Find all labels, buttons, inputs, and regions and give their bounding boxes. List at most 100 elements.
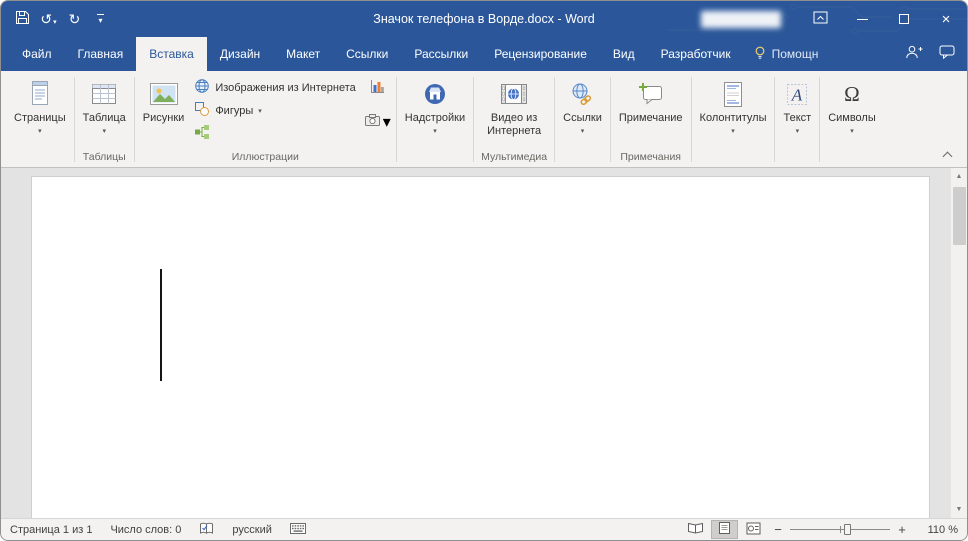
tab-developer[interactable]: Разработчик [648,37,744,71]
scroll-down-button[interactable]: ▼ [951,501,968,518]
word-count-label: Число слов: 0 [110,523,182,536]
keyboard-icon [289,522,306,537]
save-button[interactable] [11,6,34,32]
ribbon-group-tables: Таблица ▾ Таблицы [75,71,134,167]
zoom-out-button[interactable]: − [768,522,788,537]
links-button[interactable]: Ссылки ▾ [557,74,608,136]
print-layout-icon [718,521,731,538]
ribbon-group-header-footer: Колонтитулы ▾ [692,71,775,167]
ribbon-display-options-button[interactable] [799,1,841,37]
pages-dropdown-icon: ▾ [38,128,42,135]
tab-insert[interactable]: Вставка [136,37,207,71]
read-mode-button[interactable] [682,520,709,539]
symbols-dropdown-icon: ▾ [850,128,854,135]
tab-home[interactable]: Главная [65,37,137,71]
undo-button[interactable]: ↺ ▾ [37,6,60,32]
page-number-indicator[interactable]: Страница 1 из 1 [10,524,92,536]
page-info-label: Страница 1 из 1 [10,523,93,536]
addins-button[interactable]: Надстройки ▾ [399,74,471,136]
shapes-icon [194,101,210,120]
collapse-ribbon-button[interactable] [942,151,953,162]
minus-icon: − [774,522,782,537]
scroll-down-icon: ▼ [955,506,963,513]
print-layout-button[interactable] [711,520,738,539]
header-footer-button[interactable]: Колонтитулы ▾ [694,74,773,136]
minimize-icon [856,18,868,20]
zoom-level-label: 110 % [927,523,958,536]
tab-review[interactable]: Рецензирование [481,37,600,71]
links-label: Ссылки [563,112,602,124]
tab-layout[interactable]: Макет [273,37,333,71]
text-group-label [775,150,819,167]
zoom-slider[interactable] [790,522,890,537]
language-label: русский [232,523,272,536]
status-bar: Страница 1 из 1 Число слов: 0 русский − … [1,518,967,540]
zoom-slider-thumb[interactable] [844,524,851,535]
title-bar: ↺ ▾ ↻ ▾ Значок телефона в Ворде.docx - W… [1,1,967,37]
feedback-button[interactable] [939,45,955,64]
zoom-in-button[interactable]: + [892,522,912,537]
zoom-level-button[interactable]: 110 % [912,524,958,536]
ribbon-group-symbols: Ω Символы ▾ [820,71,884,167]
online-pictures-button[interactable]: Изображения из Интернета [190,76,359,99]
addins-label: Надстройки [404,112,466,124]
addins-dropdown-icon: ▾ [433,128,437,135]
scroll-up-button[interactable]: ▲ [951,168,968,185]
pages-label: Страницы [14,112,66,124]
proofing-book-icon [199,522,214,538]
smartart-button[interactable] [190,122,359,145]
vertical-scrollbar[interactable]: ▲ ▼ [950,168,967,518]
chart-button[interactable] [367,78,388,100]
keyboard-indicator[interactable] [289,522,306,537]
document-page[interactable] [31,176,930,518]
ribbon-group-text: А Текст ▾ [775,71,819,167]
text-dropdown-icon: ▾ [795,128,800,135]
pictures-label: Рисунки [142,112,185,124]
symbols-button[interactable]: Ω Символы ▾ [822,74,882,136]
redo-button[interactable]: ↻ [63,6,86,32]
minimize-button[interactable] [841,1,883,37]
close-button[interactable]: × [925,1,967,37]
ribbon-group-pages: Страницы ▾ [6,71,74,167]
illustrations-mini-column: ▾ [361,74,394,133]
web-layout-button[interactable] [740,520,767,539]
tellme-box[interactable]: Помощн [744,37,829,71]
pages-button[interactable]: Страницы ▾ [8,74,72,136]
pictures-button[interactable]: Рисунки [137,74,191,125]
pictures-icon [149,76,179,112]
shapes-button[interactable]: Фигуры ▾ [190,99,359,122]
shapes-label: Фигуры [215,104,254,117]
tab-mailings[interactable]: Рассылки [401,37,481,71]
text-button[interactable]: А Текст ▾ [777,74,817,136]
tab-view[interactable]: Вид [600,37,648,71]
plus-icon: + [898,522,906,537]
links-group-label [555,150,610,167]
table-button[interactable]: Таблица ▾ [77,74,132,136]
screenshot-button[interactable]: ▾ [361,111,394,133]
links-icon [570,76,594,112]
customize-quick-access-button[interactable]: ▾ [89,6,112,32]
scrollbar-thumb[interactable] [952,187,966,245]
tab-design[interactable]: Дизайн [207,37,273,71]
language-indicator[interactable]: русский [232,524,271,536]
online-pictures-icon [194,78,210,97]
pages-icon [29,76,51,112]
symbols-group-label [820,150,884,167]
redo-icon: ↻ [68,10,81,27]
scroll-up-icon: ▲ [955,173,963,180]
table-dropdown-icon: ▾ [102,128,106,135]
ribbon-group-addins: Надстройки ▾ [397,71,473,167]
maximize-button[interactable] [883,1,925,37]
header-footer-icon [722,76,744,112]
sign-in-button[interactable] [905,45,923,64]
tab-references[interactable]: Ссылки [333,37,401,71]
save-icon [15,10,30,28]
word-count-indicator[interactable]: Число слов: 0 [110,524,181,536]
read-mode-icon [687,522,704,537]
online-video-button[interactable]: Видео из Интернета [476,74,552,138]
tab-file[interactable]: Файл [9,37,65,71]
new-comment-button[interactable]: Примечание [613,74,689,125]
proofing-status-button[interactable] [199,522,214,538]
header-footer-dropdown-icon: ▾ [731,128,735,135]
links-dropdown-icon: ▾ [580,128,585,135]
